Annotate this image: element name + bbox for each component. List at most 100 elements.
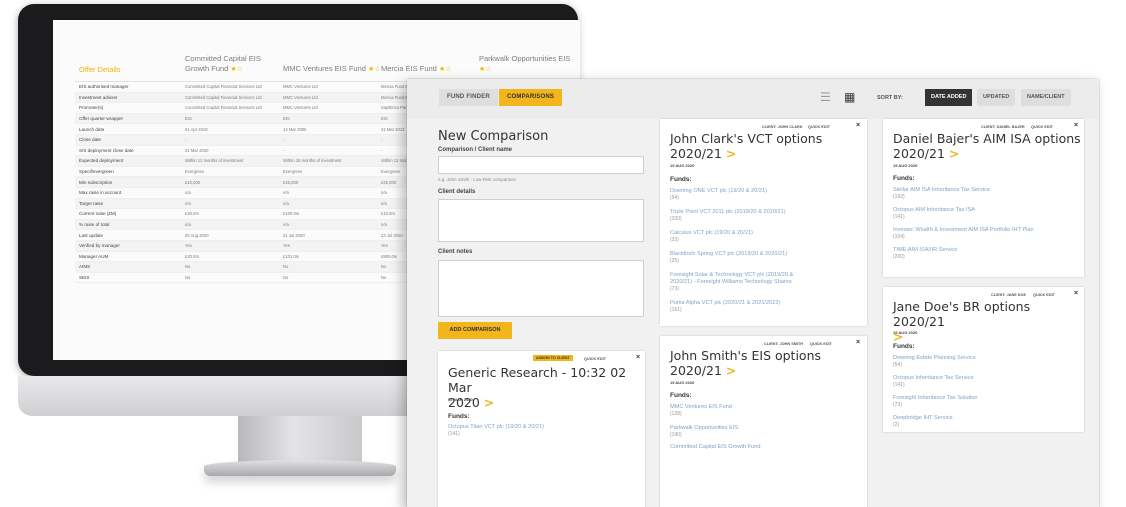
- table-cell: Committed Capital Financial Services Ltd: [185, 94, 262, 100]
- table-row-label: Promoter(s): [79, 105, 104, 111]
- chevron-right-icon[interactable]: >: [726, 363, 736, 378]
- table-row-label: Expected deployment: [79, 158, 124, 164]
- table-header-fund-2[interactable]: MMC Ventures EIS Fund ★☆: [283, 64, 381, 75]
- table-cell: No: [185, 264, 191, 270]
- sort-updated-button[interactable]: UPDATED: [977, 89, 1016, 106]
- fund-link[interactable]: Foresight Inheritance Tax Solution: [893, 395, 977, 402]
- quick-edit-link[interactable]: QUICK EDIT: [808, 125, 830, 129]
- comparison-card-john-clark[interactable]: CLIENT: JOHN CLARK QUICK EDIT × John Cla…: [660, 119, 867, 326]
- table-cell: £20.0m: [185, 253, 199, 259]
- fund-link[interactable]: MMC Ventures EIS Fund: [670, 404, 732, 411]
- fund-link[interactable]: Committed Capital EIS Growth Fund: [670, 444, 760, 451]
- table-cell: Within 18 months of investment: [283, 158, 342, 164]
- assign-to-client-badge[interactable]: ASSIGN TO CLIENT: [533, 355, 573, 361]
- comparison-name-input[interactable]: [438, 156, 644, 174]
- table-header-fund-1[interactable]: Committed Capital EIS Growth Fund ★☆: [185, 54, 283, 75]
- fund-count: (73): [893, 402, 902, 408]
- table-row-label: EIS authorised manager: [79, 84, 129, 90]
- table-cell: n/a: [283, 222, 289, 228]
- fund-link[interactable]: Blackfinch Spring VCT plc (2019/20 & 202…: [670, 251, 787, 258]
- close-icon[interactable]: ×: [856, 339, 860, 346]
- table-cell: £101.0m: [283, 253, 300, 259]
- funds-label: Funds:: [448, 413, 470, 420]
- client-details-label: Client details: [438, 189, 476, 195]
- table-cell: No: [283, 274, 289, 280]
- client-notes-textarea[interactable]: [438, 260, 644, 317]
- table-row-label: Close date: [79, 137, 101, 143]
- table-cell: MMC Ventures Ltd: [283, 105, 318, 111]
- fund-link[interactable]: Foresight Solar & Technology VCT plc (20…: [670, 272, 793, 279]
- close-icon[interactable]: ×: [1074, 122, 1078, 129]
- fund-link[interactable]: Deepbridge IHT Service: [893, 415, 953, 422]
- chevron-right-icon[interactable]: >: [949, 146, 959, 161]
- tab-fund-finder[interactable]: FUND FINDER: [439, 89, 498, 106]
- quick-edit-link[interactable]: QUICK EDIT: [1031, 125, 1053, 129]
- fund-link[interactable]: Downing Estate Planning Service: [893, 355, 976, 362]
- sort-date-added-button[interactable]: DATE ADDED: [925, 89, 973, 106]
- table-cell: No: [283, 264, 289, 270]
- table-cell: No: [185, 274, 191, 280]
- fund-link[interactable]: TIME:AIM ISA/IIR Service: [893, 247, 957, 254]
- list-view-icon[interactable]: ☰: [820, 90, 834, 104]
- fund-link[interactable]: Triple Point VCT 2011 plc (2019/20 & 202…: [670, 209, 786, 216]
- close-icon[interactable]: ×: [856, 122, 860, 129]
- client-details-textarea[interactable]: [438, 199, 644, 242]
- tab-comparisons[interactable]: COMPARISONS: [499, 89, 563, 106]
- chevron-right-icon[interactable]: >: [726, 146, 736, 161]
- quick-edit-link[interactable]: QUICK EDIT: [810, 342, 832, 346]
- star-icon[interactable]: ★☆: [439, 66, 452, 73]
- fund-count: (200): [670, 216, 682, 222]
- fund-count: (2): [893, 422, 900, 428]
- fund-link[interactable]: Investec Wealth & Investment AIM ISA Por…: [893, 227, 1034, 234]
- card-client-label: CLIENT: DANIEL BAJER: [981, 125, 1025, 129]
- card-date: 19 AUG 2020: [893, 330, 918, 335]
- fund-count: (141): [893, 382, 905, 388]
- fund-link[interactable]: Downing ONE VCT plc (19/20 & 20/21): [670, 188, 767, 195]
- card-title[interactable]: Jane Doe's BR options 2020/21 >: [893, 299, 1084, 344]
- fund-link-continued[interactable]: 2020/21) - Foresight Williams Technology…: [670, 279, 792, 286]
- table-cell: n/a: [185, 190, 191, 196]
- sort-name-client-button[interactable]: NAME/CLIENT: [1021, 89, 1071, 106]
- comparison-card-generic-research[interactable]: ASSIGN TO CLIENT QUICK EDIT × Generic Re…: [438, 351, 645, 507]
- comparison-card-jane-doe[interactable]: CLIENT: JANE DOE QUICK EDIT × Jane Doe's…: [883, 287, 1084, 432]
- fund-link[interactable]: Puma Alpha VCT plc (2020/21 & 2021/2022): [670, 300, 780, 307]
- fund-link[interactable]: Calculus VCT plc (19/20 & 20/21): [670, 230, 753, 237]
- fund-link[interactable]: Parkwalk Opportunities EIS: [670, 425, 738, 432]
- comparison-card-daniel-bajer[interactable]: CLIENT: DANIEL BAJER QUICK EDIT × Daniel…: [883, 119, 1084, 277]
- card-title[interactable]: John Clark's VCT options 2020/21 >: [670, 131, 822, 161]
- star-icon[interactable]: ★☆: [230, 66, 243, 73]
- fund-link[interactable]: Octopus AIM Inheritance Tax ISA: [893, 207, 975, 214]
- close-icon[interactable]: ×: [636, 354, 640, 361]
- card-title[interactable]: Daniel Bajer's AIM ISA options 2020/21 >: [893, 131, 1081, 161]
- table-row-label: S/S deployment close date: [79, 147, 134, 153]
- add-comparison-button[interactable]: ADD COMPARISON: [438, 322, 512, 339]
- card-title[interactable]: Generic Research - 10:32 02 Mar 2020 >: [448, 365, 645, 410]
- fund-link[interactable]: Octopus Titan VCT plc (19/20 & 20/21): [448, 424, 544, 431]
- star-icon[interactable]: ★☆: [479, 66, 492, 73]
- close-icon[interactable]: ×: [1074, 290, 1078, 297]
- fund-count: (161): [670, 307, 682, 313]
- fund-link[interactable]: Octopus Inheritance Tax Service: [893, 375, 973, 382]
- table-cell: 01 Apr 2019: [185, 126, 208, 132]
- star-icon[interactable]: ★☆: [368, 66, 381, 73]
- chevron-right-icon[interactable]: >: [484, 395, 494, 410]
- quick-edit-link[interactable]: QUICK EDIT: [584, 357, 606, 361]
- table-cell: Within 12 months of investment: [185, 158, 244, 164]
- imac-stand: [238, 416, 362, 462]
- grid-view-icon[interactable]: ▦: [844, 90, 858, 104]
- quick-edit-link[interactable]: QUICK EDIT: [1033, 293, 1055, 297]
- fund-count: (54): [893, 362, 902, 368]
- table-cell: Evergreen: [185, 169, 205, 175]
- fund-count: (54): [670, 195, 679, 201]
- comparison-card-john-smith[interactable]: CLIENT: JOHN SMITH QUICK EDIT × John Smi…: [660, 336, 867, 507]
- fund-link[interactable]: Stellar AIM ISA Inheritance Tax Service: [893, 187, 990, 194]
- card-date: 19 AUG 2020: [670, 163, 695, 168]
- table-header-fund-3[interactable]: Mercia EIS Fund ★☆: [381, 64, 479, 75]
- card-client-label: CLIENT: JOHN CLARK: [762, 125, 803, 129]
- card-date: 19 AUG 2020: [670, 380, 695, 385]
- table-row-label: Investment adviser: [79, 94, 118, 100]
- table-header-fund-4[interactable]: Parkwalk Opportunities EIS ★☆: [479, 54, 575, 75]
- table-row-label: % raise of total: [79, 222, 110, 228]
- table-cell: £100.0m: [283, 211, 300, 217]
- card-title[interactable]: John Smith's EIS options 2020/21 >: [670, 348, 821, 378]
